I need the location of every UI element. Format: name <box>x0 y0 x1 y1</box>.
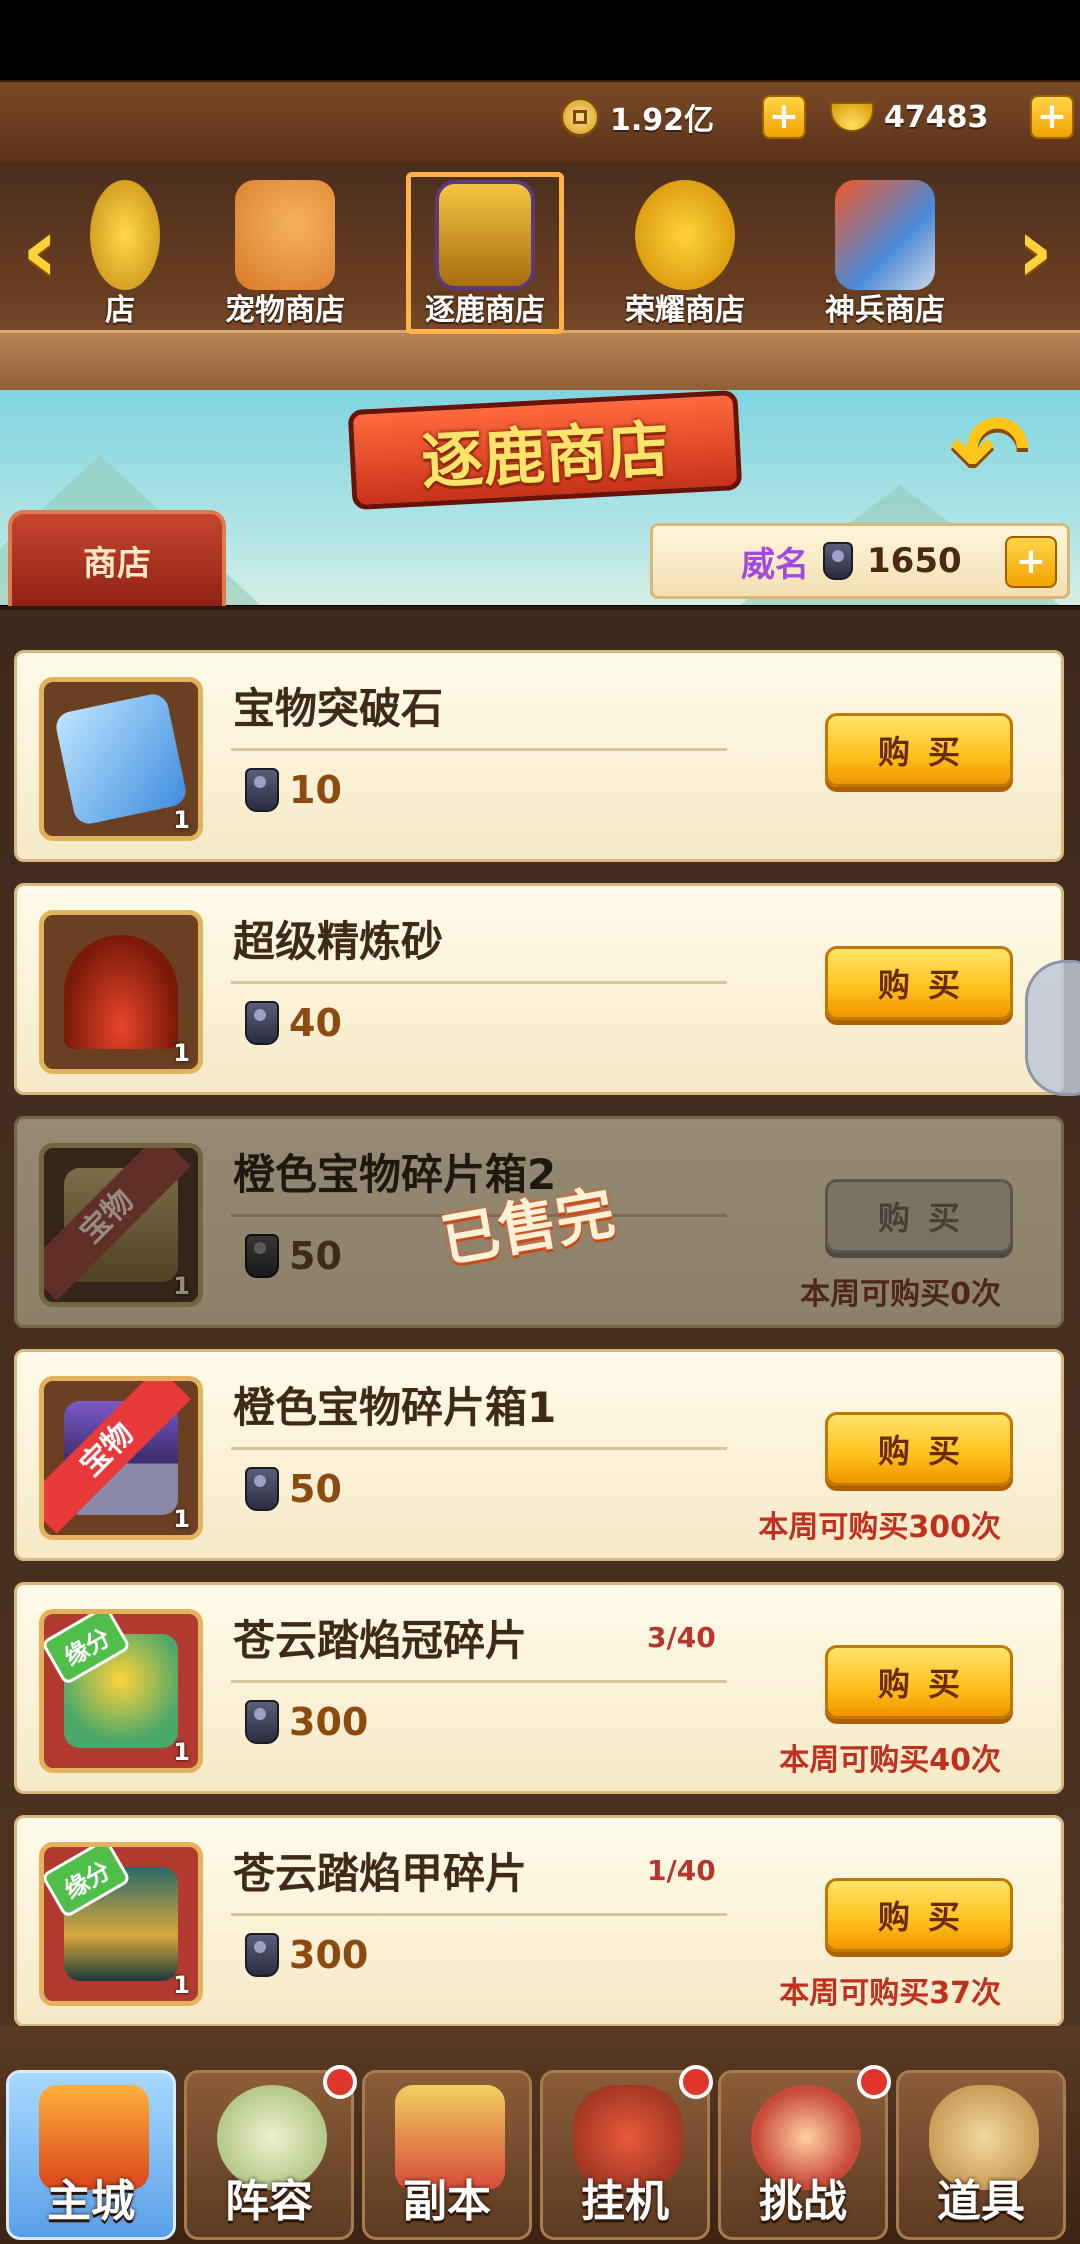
add-coins-button[interactable]: + <box>762 95 806 139</box>
item-name: 橙色宝物碎片箱1 <box>233 1383 557 1432</box>
item-name: 宝物突破石 <box>233 684 444 733</box>
gold-medal-scroll-icon <box>635 180 735 290</box>
fame-medal-icon <box>245 768 279 812</box>
shop-item: 缘分 1 苍云踏焰甲碎片 1/40 300 购买 本周可购买37次 <box>14 1815 1064 2027</box>
ingot-counter: 47483 <box>830 92 988 142</box>
weekly-limit: 本周可购买0次 <box>800 1277 1001 1312</box>
add-ingots-button[interactable]: + <box>1030 95 1074 139</box>
nav-main-city[interactable]: 主城 <box>6 2070 176 2240</box>
item-slot[interactable]: 宝物 1 <box>39 1376 203 1540</box>
corgi-pet-icon <box>235 180 335 290</box>
fame-label: 威名 <box>741 544 809 585</box>
item-price: 300 <box>245 1933 368 1977</box>
notification-dot <box>679 2065 713 2099</box>
coin-counter: 1.92亿 <box>560 92 714 142</box>
coin-amount: 1.92亿 <box>610 103 715 138</box>
weekly-limit: 本周可购买40次 <box>779 1743 1001 1778</box>
fame-medal-icon <box>245 1700 279 1744</box>
nav-idle[interactable]: 挂机 <box>540 2065 713 2240</box>
fragment-progress: 3/40 <box>647 1621 716 1654</box>
sword-icon <box>835 180 935 290</box>
gold-ingot-icon <box>830 102 874 132</box>
fame-medal-icon <box>245 1234 279 1278</box>
buy-button[interactable]: 购买 <box>825 1645 1013 1719</box>
tab-zhulu-shop[interactable]: 逐鹿商店 <box>390 170 580 340</box>
coin-shop-icon <box>90 180 160 290</box>
fame-medal-icon <box>245 1001 279 1045</box>
notification-dot <box>857 2065 891 2099</box>
nav-items[interactable]: 道具 <box>896 2070 1066 2240</box>
treasure-chest-icon <box>435 180 535 290</box>
buy-button[interactable]: 购买 <box>825 946 1013 1020</box>
buy-button[interactable]: 购买 <box>825 1878 1013 1952</box>
shop-item: 缘分 1 苍云踏焰冠碎片 3/40 300 购买 本周可购买40次 <box>14 1582 1064 1794</box>
item-price: 40 <box>245 1001 342 1045</box>
buy-button-disabled: 购买 <box>825 1179 1013 1253</box>
item-name: 苍云踏焰甲碎片 <box>233 1849 528 1898</box>
shop-item: 宝物 1 橙色宝物碎片箱1 50 购买 本周可购买300次 <box>14 1349 1064 1561</box>
add-fame-button[interactable]: + <box>1005 536 1057 588</box>
item-slot[interactable]: 缘分 1 <box>39 1609 203 1773</box>
item-price: 50 <box>245 1467 342 1511</box>
tab-shop[interactable]: 商店 <box>8 510 226 606</box>
item-slot[interactable]: 缘分 1 <box>39 1842 203 2006</box>
item-name: 超级精炼砂 <box>233 917 444 966</box>
scroll-right-arrow-icon[interactable]: › <box>1005 198 1065 303</box>
item-price: 50 <box>245 1234 342 1278</box>
nav-formation[interactable]: 阵容 <box>184 2065 357 2240</box>
item-price: 10 <box>245 768 342 812</box>
red-sand-pile-icon <box>64 935 178 1049</box>
ingot-amount: 47483 <box>884 99 989 135</box>
item-slot: 宝物 1 <box>39 1143 203 1307</box>
tab-pet-shop[interactable]: 宠物商店 <box>190 170 380 340</box>
blue-rune-stone-icon <box>53 691 189 827</box>
fame-medal-icon <box>823 542 853 580</box>
shop-title: 逐鹿商店 <box>347 389 743 511</box>
back-arrow-icon[interactable]: ↶ <box>930 394 1050 506</box>
tab-honor-shop[interactable]: 荣耀商店 <box>590 170 780 340</box>
item-name: 苍云踏焰冠碎片 <box>233 1616 528 1665</box>
fame-medal-icon <box>245 1933 279 1977</box>
nav-dungeon[interactable]: 副本 <box>362 2070 532 2240</box>
nav-challenge[interactable]: 挑战 <box>718 2065 891 2240</box>
shop-item: 1 超级精炼砂 40 购买 <box>14 883 1064 1095</box>
buy-button[interactable]: 购买 <box>825 1412 1013 1486</box>
item-slot[interactable]: 1 <box>39 677 203 841</box>
weekly-limit: 本周可购买37次 <box>779 1976 1001 2011</box>
tab-weapon-shop[interactable]: 神兵商店 <box>790 170 980 340</box>
fame-value: 1650 <box>867 541 962 581</box>
fame-medal-icon <box>245 1467 279 1511</box>
weekly-limit: 本周可购买300次 <box>758 1510 1001 1545</box>
item-slot[interactable]: 1 <box>39 910 203 1074</box>
item-price: 300 <box>245 1700 368 1744</box>
floating-side-button[interactable] <box>1025 960 1080 1096</box>
buy-button[interactable]: 购买 <box>825 713 1013 787</box>
fragment-progress: 1/40 <box>647 1854 716 1887</box>
shop-item: 1 宝物突破石 10 购买 <box>14 650 1064 862</box>
tab-coin-shop[interactable]: 店 <box>60 170 180 340</box>
copper-coin-icon <box>560 97 600 137</box>
notification-dot <box>323 2065 357 2099</box>
